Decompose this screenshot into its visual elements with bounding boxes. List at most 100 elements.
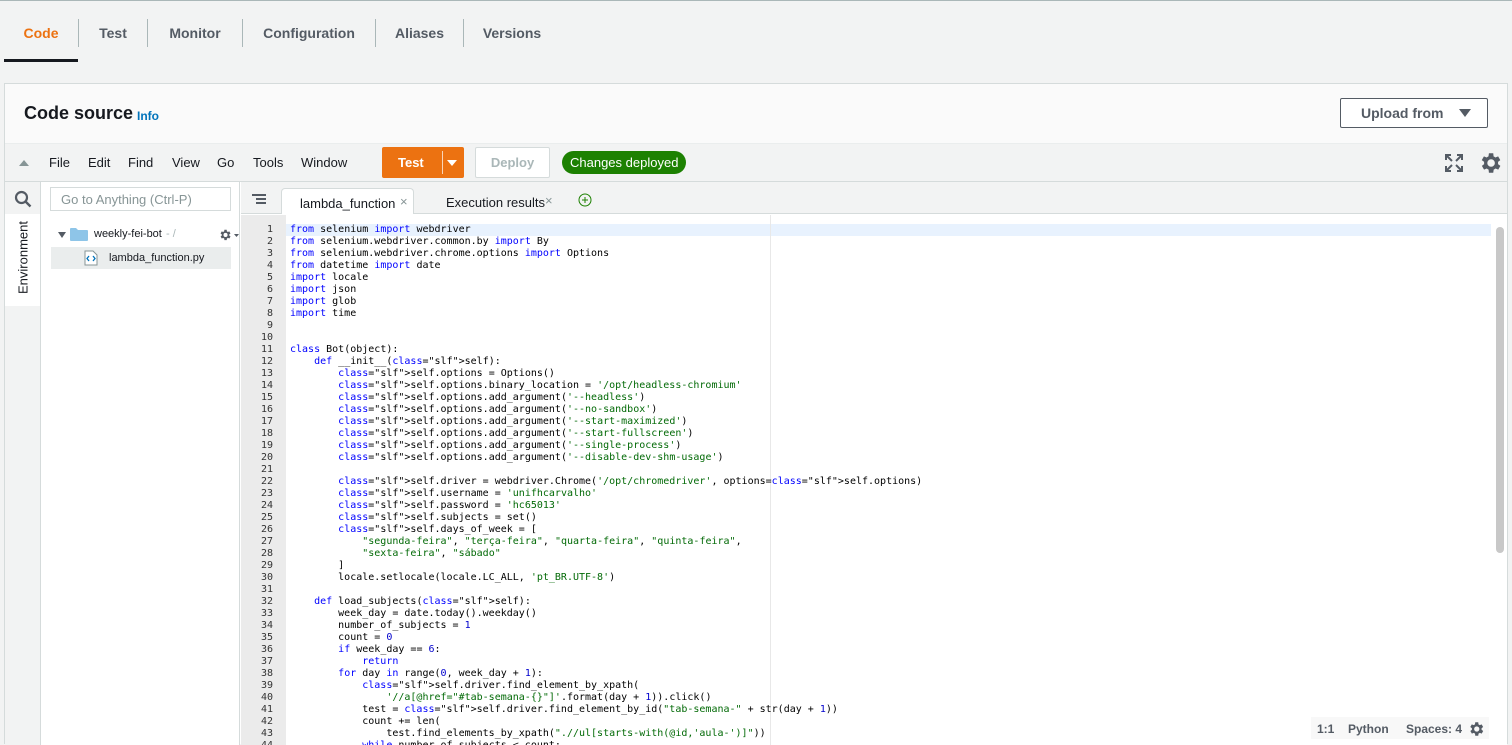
code-line[interactable]: class="slf">self.options.add_argument('-… bbox=[290, 440, 922, 452]
tabs-menu-icon[interactable] bbox=[252, 194, 266, 204]
editor-tab-label: lambda_function bbox=[300, 196, 396, 211]
menu-find[interactable]: Find bbox=[128, 155, 153, 170]
language-mode[interactable]: Python bbox=[1348, 722, 1389, 736]
add-tab-icon[interactable] bbox=[578, 193, 592, 207]
code-line[interactable]: class="slf">self.driver = webdriver.Chro… bbox=[290, 476, 922, 488]
code-line[interactable]: return bbox=[290, 656, 922, 668]
line-number: 21 bbox=[260, 464, 273, 475]
menu-go[interactable]: Go bbox=[217, 155, 234, 170]
close-icon[interactable]: × bbox=[400, 194, 408, 209]
editor-tab-execution-results[interactable]: Execution results × bbox=[428, 188, 568, 214]
tab-monitor[interactable]: Monitor bbox=[148, 1, 242, 63]
caret-down-icon[interactable] bbox=[447, 160, 457, 166]
close-icon[interactable]: × bbox=[545, 193, 553, 208]
code-line[interactable]: class Bot(object): bbox=[290, 344, 922, 356]
code-line[interactable] bbox=[290, 320, 922, 332]
environment-tab[interactable]: Environment bbox=[5, 214, 40, 306]
line-number: 16 bbox=[260, 404, 273, 415]
code-line[interactable]: class="slf">self.options.add_argument('-… bbox=[290, 416, 922, 428]
line-number: 36 bbox=[260, 644, 273, 655]
tree-toggle-icon[interactable] bbox=[58, 232, 66, 238]
gear-icon[interactable] bbox=[218, 227, 240, 243]
vertical-scrollbar[interactable] bbox=[1496, 227, 1504, 553]
fullscreen-icon[interactable] bbox=[1445, 154, 1463, 172]
code-line[interactable]: while number_of_subjects < count: bbox=[290, 740, 922, 745]
tree-file[interactable]: lambda_function.py bbox=[51, 247, 231, 269]
code-line[interactable]: import glob bbox=[290, 296, 922, 308]
code-line[interactable]: class="slf">self.username = 'unifhcarval… bbox=[290, 488, 922, 500]
editor-tab-lambda-function[interactable]: lambda_function × bbox=[281, 188, 414, 214]
code-line[interactable]: class="slf">self.subjects = set() bbox=[290, 512, 922, 524]
line-number: 33 bbox=[260, 608, 273, 619]
code-line[interactable]: class="slf">self.options.add_argument('-… bbox=[290, 392, 922, 404]
code-editor[interactable]: 1 2 3 4 5 6 7 8 9 10 11 12 13 14 15 16 17 18 19 20 21 22 23 24 2… bbox=[241, 215, 1507, 745]
tree-folder[interactable]: weekly-fei-bot - / bbox=[58, 226, 239, 246]
split-divider bbox=[442, 151, 443, 174]
code-line[interactable]: class="slf">self.options.add_argument('-… bbox=[290, 428, 922, 440]
menu-file[interactable]: File bbox=[49, 155, 70, 170]
code-line[interactable]: from selenium import webdriver bbox=[290, 224, 922, 236]
tab-test[interactable]: Test bbox=[79, 1, 147, 63]
tab-versions[interactable]: Versions bbox=[464, 1, 560, 63]
line-number: 39 bbox=[260, 680, 273, 691]
cursor-position[interactable]: 1:1 bbox=[1317, 722, 1334, 736]
menu-tools[interactable]: Tools bbox=[253, 155, 283, 170]
menu-window[interactable]: Window bbox=[301, 155, 347, 170]
code-line[interactable]: from selenium.webdriver.common.by import… bbox=[290, 236, 922, 248]
gear-icon[interactable] bbox=[1467, 720, 1485, 738]
go-to-anything-input[interactable] bbox=[50, 187, 231, 211]
code-line[interactable]: class="slf">self.options.binary_location… bbox=[290, 380, 922, 392]
tab-code[interactable]: Code bbox=[4, 1, 78, 63]
code-line[interactable]: '//a[@href="#tab-semana-{}"]'.format(day… bbox=[290, 692, 922, 704]
test-button[interactable]: Test bbox=[382, 147, 464, 178]
code-line[interactable]: if week_day == 6: bbox=[290, 644, 922, 656]
code-line[interactable]: class="slf">self.password = 'hc65013' bbox=[290, 500, 922, 512]
code-line[interactable]: number_of_subjects = 1 bbox=[290, 620, 922, 632]
tab-configuration[interactable]: Configuration bbox=[243, 1, 375, 63]
code-line[interactable]: import time bbox=[290, 308, 922, 320]
code-line[interactable]: from datetime import date bbox=[290, 260, 922, 272]
code-line[interactable] bbox=[290, 332, 922, 344]
code-line[interactable]: week_day = date.today().weekday() bbox=[290, 608, 922, 620]
code-line[interactable] bbox=[290, 464, 922, 476]
status-badge: Changes deployed bbox=[562, 151, 687, 174]
code-line[interactable]: test.find_elements_by_xpath(".//ul[start… bbox=[290, 728, 922, 740]
code-line[interactable]: class="slf">self.options = Options() bbox=[290, 368, 922, 380]
code-line[interactable]: "sexta-feira", "sábado" bbox=[290, 548, 922, 560]
code-line[interactable]: locale.setlocale(locale.LC_ALL, 'pt_BR.U… bbox=[290, 572, 922, 584]
indent-setting[interactable]: Spaces: 4 bbox=[1406, 722, 1462, 736]
code-line[interactable]: ] bbox=[290, 560, 922, 572]
code-line[interactable]: class="slf">self.options.add_argument('-… bbox=[290, 452, 922, 464]
code-line[interactable] bbox=[290, 584, 922, 596]
code-line[interactable]: class="slf">self.days_of_week = [ bbox=[290, 524, 922, 536]
deploy-button[interactable]: Deploy bbox=[475, 147, 550, 178]
code-line[interactable]: from selenium.webdriver.chrome.options i… bbox=[290, 248, 922, 260]
code-line[interactable]: count = 0 bbox=[290, 632, 922, 644]
code-line[interactable]: class="slf">self.driver.find_element_by_… bbox=[290, 680, 922, 692]
line-number: 26 bbox=[260, 524, 273, 535]
line-number: 18 bbox=[260, 428, 273, 439]
line-number: 37 bbox=[260, 656, 273, 667]
info-link[interactable]: Info bbox=[137, 109, 159, 123]
ide-menubar: File Edit Find View Go Tools Window Test… bbox=[5, 144, 1507, 182]
code-line[interactable]: def __init__(class="slf">self): bbox=[290, 356, 922, 368]
menu-view[interactable]: View bbox=[172, 155, 200, 170]
search-icon[interactable] bbox=[14, 190, 32, 208]
collapse-triangle-icon[interactable] bbox=[19, 160, 29, 166]
code-line[interactable]: def load_subjects(class="slf">self): bbox=[290, 596, 922, 608]
upload-from-button[interactable]: Upload from bbox=[1340, 98, 1488, 128]
code-line[interactable]: count += len( bbox=[290, 716, 922, 728]
code-line[interactable]: test = class="slf">self.driver.find_elem… bbox=[290, 704, 922, 716]
code-line[interactable]: import json bbox=[290, 284, 922, 296]
tab-aliases[interactable]: Aliases bbox=[376, 1, 463, 63]
line-number: 15 bbox=[260, 392, 273, 403]
line-number: 12 bbox=[260, 356, 273, 367]
code-line[interactable]: class="slf">self.options.add_argument('-… bbox=[290, 404, 922, 416]
menu-edit[interactable]: Edit bbox=[88, 155, 110, 170]
code-line[interactable]: "segunda-feira", "terça-feira", "quarta-… bbox=[290, 536, 922, 548]
code-line[interactable]: for day in range(0, week_day + 1): bbox=[290, 668, 922, 680]
environment-tab-label: Environment bbox=[15, 221, 31, 294]
gear-icon[interactable] bbox=[1477, 150, 1503, 176]
code-line[interactable]: import locale bbox=[290, 272, 922, 284]
code-text[interactable]: from selenium import webdriver from selen… bbox=[290, 224, 922, 745]
